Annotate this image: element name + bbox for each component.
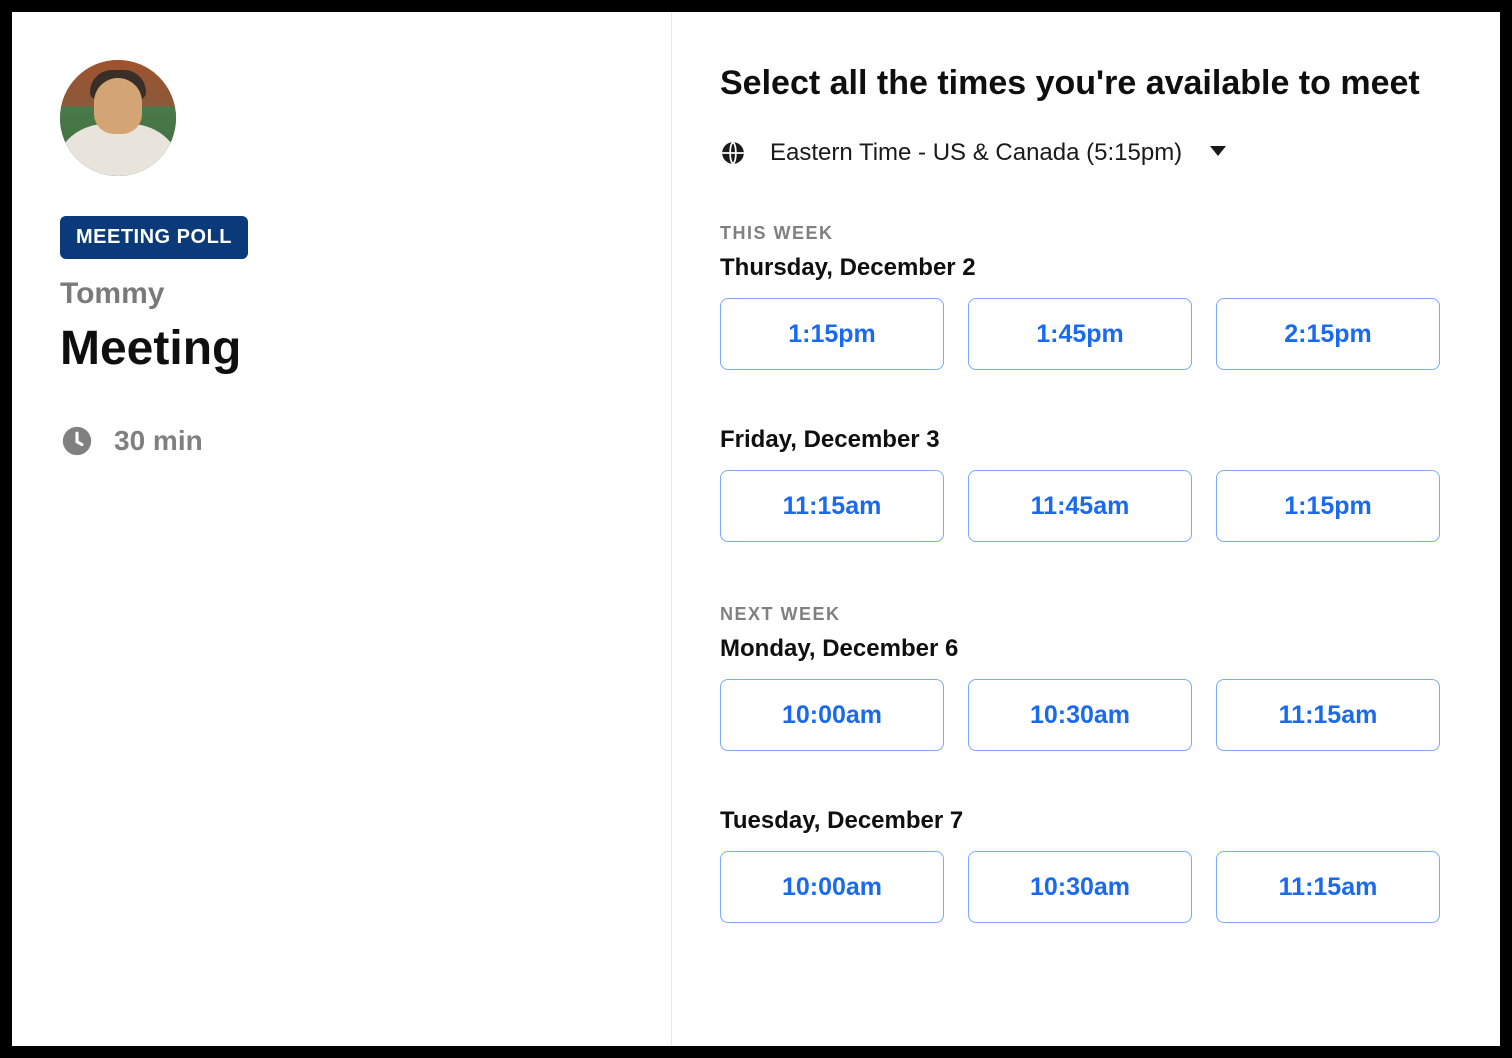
meeting-poll-badge: MEETING POLL — [60, 216, 248, 259]
timezone-text: Eastern Time - US & Canada (5:15pm) — [770, 139, 1182, 167]
time-slot-button[interactable]: 11:15am — [1216, 679, 1440, 751]
time-slot-button[interactable]: 11:15am — [1216, 851, 1440, 923]
duration-text: 30 min — [114, 425, 203, 457]
week-label: NEXT WEEK — [720, 604, 1444, 625]
time-slot-button[interactable]: 10:30am — [968, 679, 1192, 751]
time-slot-button[interactable]: 2:15pm — [1216, 298, 1440, 370]
sidebar: MEETING POLL Tommy Meeting 30 min — [12, 12, 672, 1046]
day-label: Monday, December 6 — [720, 635, 1444, 663]
time-slot-button[interactable]: 1:15pm — [1216, 470, 1440, 542]
time-slot-button[interactable]: 11:45am — [968, 470, 1192, 542]
time-slot-button[interactable]: 10:00am — [720, 679, 944, 751]
page-frame: MEETING POLL Tommy Meeting 30 min Select… — [0, 0, 1512, 1058]
globe-icon — [720, 140, 746, 166]
host-avatar — [60, 60, 176, 176]
time-slot-row: 1:15pm 1:45pm 2:15pm — [720, 298, 1444, 370]
clock-icon — [60, 424, 94, 458]
day-label: Thursday, December 2 — [720, 254, 1444, 282]
time-slot-row: 11:15am 11:45am 1:15pm — [720, 470, 1444, 542]
host-name: Tommy — [60, 277, 623, 311]
timezone-selector[interactable]: Eastern Time - US & Canada (5:15pm) — [720, 139, 1444, 167]
caret-down-icon — [1210, 146, 1226, 156]
time-slot-row: 10:00am 10:30am 11:15am — [720, 679, 1444, 751]
time-slot-button[interactable]: 1:45pm — [968, 298, 1192, 370]
duration-row: 30 min — [60, 424, 623, 458]
week-label: THIS WEEK — [720, 223, 1444, 244]
meeting-title: Meeting — [60, 321, 623, 376]
day-label: Tuesday, December 7 — [720, 807, 1444, 835]
main-panel: Select all the times you're available to… — [672, 12, 1500, 1046]
page-heading: Select all the times you're available to… — [720, 64, 1444, 103]
day-label: Friday, December 3 — [720, 426, 1444, 454]
time-slot-button[interactable]: 10:00am — [720, 851, 944, 923]
time-slot-button[interactable]: 1:15pm — [720, 298, 944, 370]
time-slot-row: 10:00am 10:30am 11:15am — [720, 851, 1444, 923]
time-slot-button[interactable]: 10:30am — [968, 851, 1192, 923]
time-slot-button[interactable]: 11:15am — [720, 470, 944, 542]
